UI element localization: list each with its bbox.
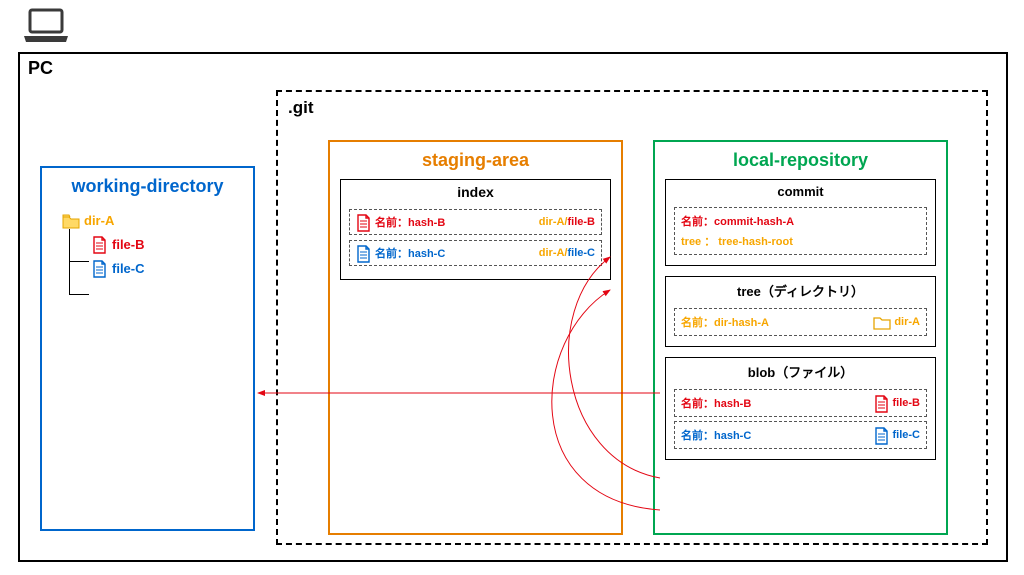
dir-label: dir-A	[84, 213, 114, 228]
commit-box: commit 名前：commit-hash-A tree ： tree-hash…	[665, 179, 936, 266]
file-c-label: file-C	[112, 261, 145, 276]
folder-icon	[62, 214, 78, 228]
commit-tree: tree ： tree-hash-root	[681, 233, 920, 249]
file-icon	[356, 214, 370, 230]
working-directory-box: working-directory dir-A file-B file-C	[40, 166, 255, 531]
blob-name: 名前：hash-C	[681, 427, 751, 443]
staging-area-box: staging-area index 名前：hash-B dir-A/file-…	[328, 140, 623, 535]
file-icon	[874, 427, 888, 443]
commit-title: commit	[666, 180, 935, 203]
pc-container: PC working-directory dir-A file-B file	[18, 52, 1008, 562]
git-container: .git staging-area index 名前：hash-B dir-A/…	[276, 90, 988, 545]
folder-icon	[873, 315, 889, 329]
tree-name: 名前：dir-hash-A	[681, 314, 769, 330]
git-label: .git	[288, 98, 314, 118]
file-icon	[874, 395, 888, 411]
entry-path: dir-A/file-B	[539, 216, 595, 228]
file-icon	[92, 260, 106, 276]
file-icon	[92, 236, 106, 252]
blob-title: blob（ファイル）	[666, 358, 935, 385]
tree-dir-label: dir-A	[894, 316, 920, 328]
pc-label: PC	[28, 58, 53, 79]
blob-entry: 名前：hash-C file-C	[674, 421, 927, 449]
file-icon	[356, 245, 370, 261]
tree-branch	[69, 261, 89, 262]
entry-name: 名前：hash-B	[375, 214, 445, 230]
blob-entry: 名前：hash-B file-B	[674, 389, 927, 417]
blob-name: 名前：hash-B	[681, 395, 751, 411]
laptop-icon	[22, 8, 70, 49]
local-repository-title: local-repository	[655, 142, 946, 179]
commit-info: 名前：commit-hash-A tree ： tree-hash-root	[674, 207, 927, 255]
tree-file-c: file-C	[62, 256, 253, 280]
tree-file-b: file-B	[62, 232, 253, 256]
entry-name: 名前：hash-C	[375, 245, 445, 261]
tree-title: tree（ディレクトリ）	[666, 277, 935, 304]
tree-dir: dir-A	[62, 209, 253, 232]
index-box: index 名前：hash-B dir-A/file-B	[340, 179, 611, 280]
tree-branch	[69, 294, 89, 295]
index-title: index	[341, 180, 610, 204]
tree-connector	[69, 229, 70, 295]
staging-area-title: staging-area	[330, 142, 621, 179]
working-directory-title: working-directory	[42, 168, 253, 205]
local-repository-box: local-repository commit 名前：commit-hash-A…	[653, 140, 948, 535]
index-entry: 名前：hash-C dir-A/file-C	[349, 240, 602, 266]
commit-name: 名前：commit-hash-A	[681, 213, 920, 233]
file-tree: dir-A file-B file-C	[42, 205, 253, 280]
blob-file-label: file-C	[893, 429, 921, 441]
tree-box: tree（ディレクトリ） 名前：dir-hash-A dir-A	[665, 276, 936, 347]
entry-path: dir-A/file-C	[539, 247, 595, 259]
tree-entry: 名前：dir-hash-A dir-A	[674, 308, 927, 336]
file-b-label: file-B	[112, 237, 145, 252]
blob-box: blob（ファイル） 名前：hash-B file-B 名前：hash-C	[665, 357, 936, 460]
blob-file-label: file-B	[893, 397, 921, 409]
index-entry: 名前：hash-B dir-A/file-B	[349, 209, 602, 235]
